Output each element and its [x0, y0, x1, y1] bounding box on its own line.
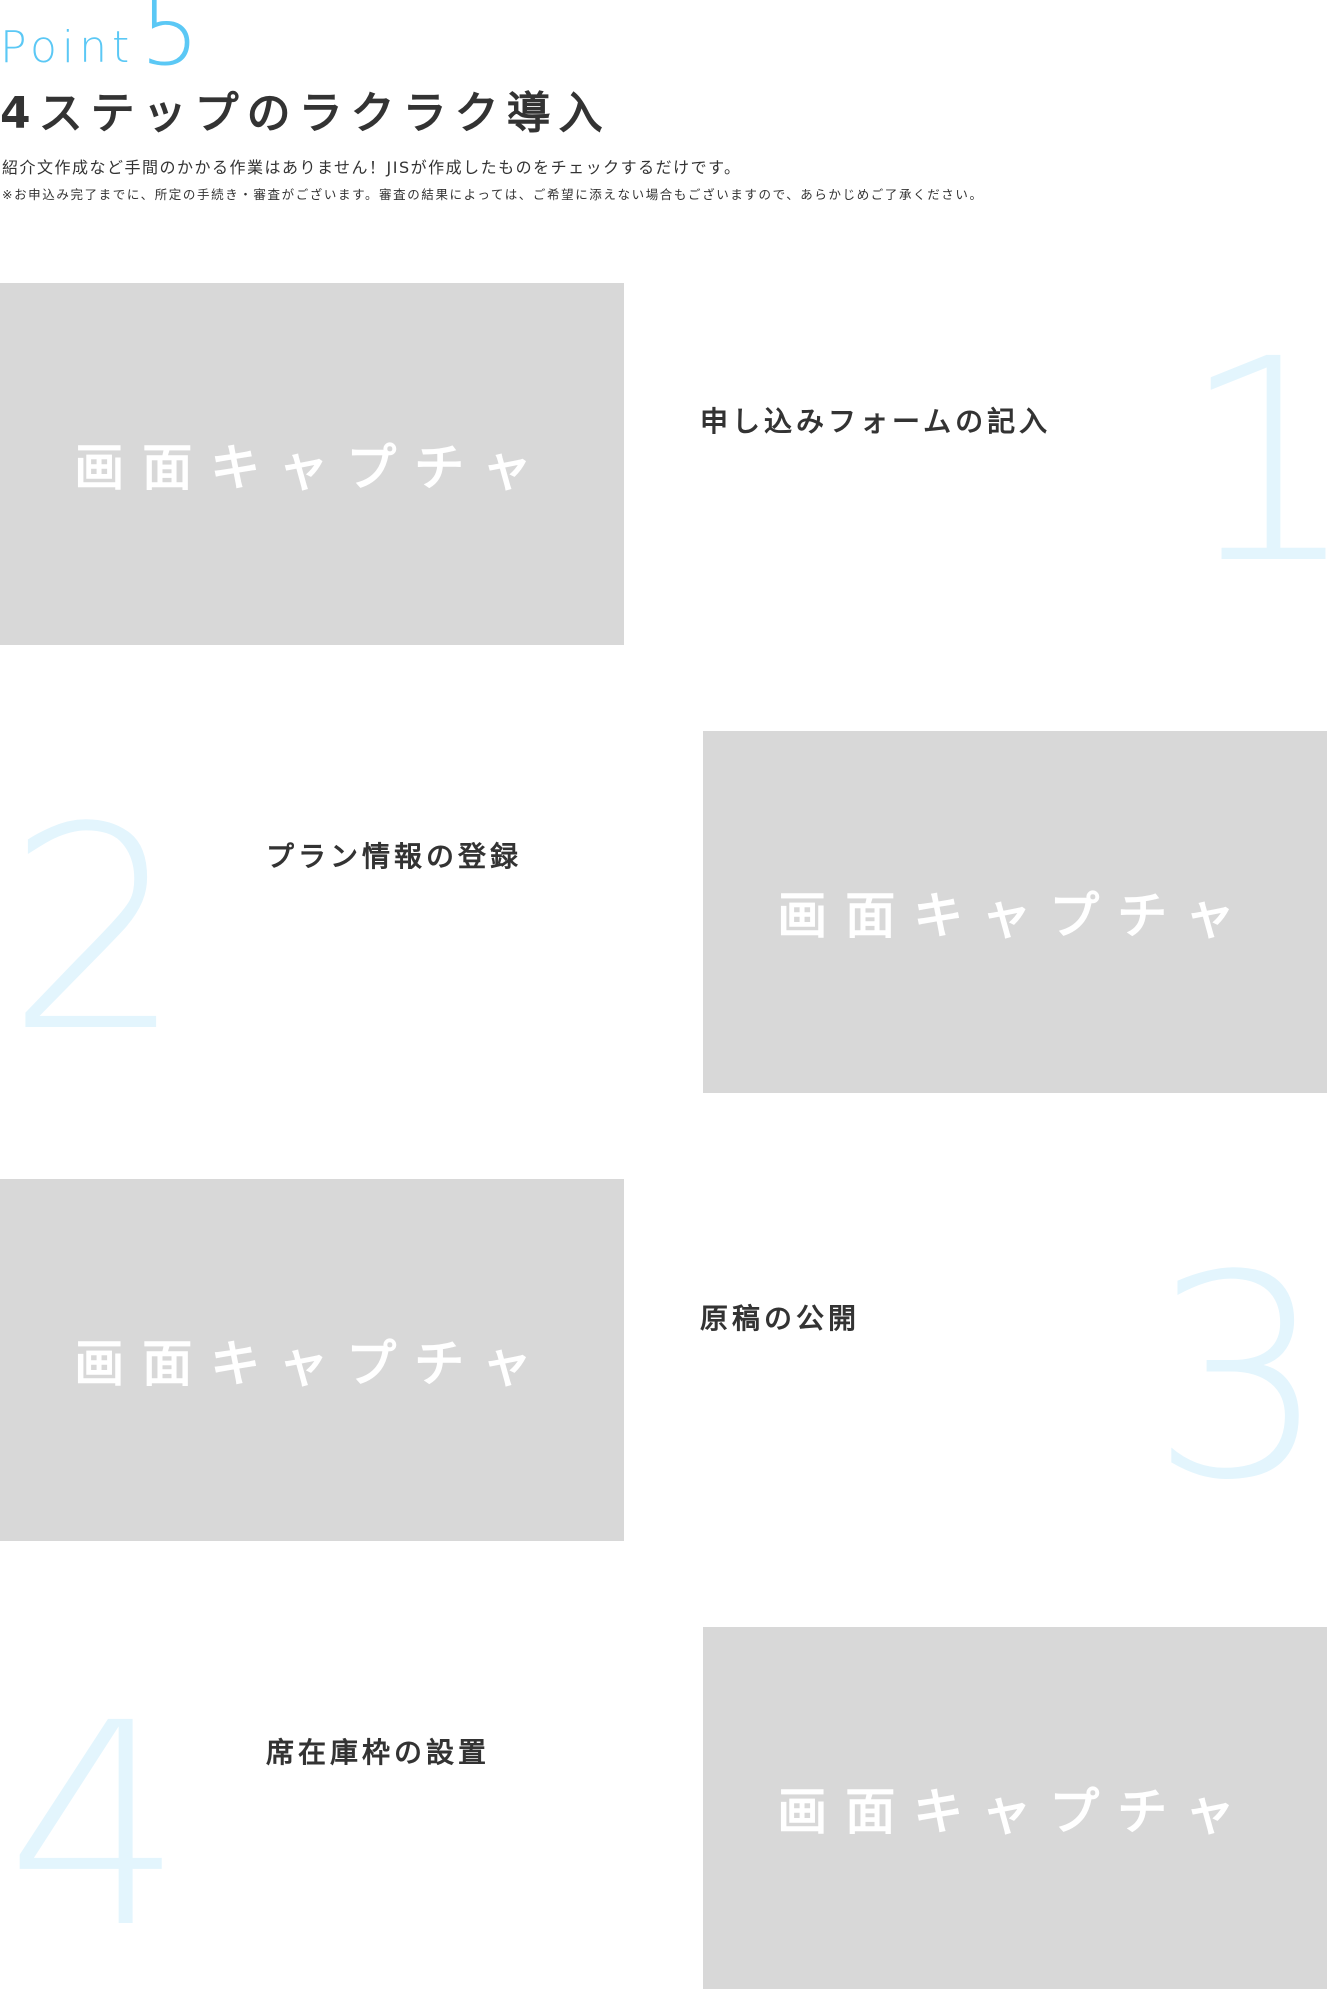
screen-capture-placeholder: 画面キャプチャ [703, 1627, 1327, 1989]
step-title: 原稿の公開 [700, 1302, 861, 1335]
note-text: ※お申込み完了までに、所定の手続き・審査がございます。審査の結果によっては、ご希… [2, 187, 984, 202]
point-label: Point [0, 22, 135, 73]
point-heading: Point 5 [0, 0, 260, 80]
step-number: 2 [6, 768, 185, 1094]
step-4: 4 席在庫枠の設置 画面キャプチャ [0, 1627, 1327, 1992]
screen-capture-placeholder: 画面キャプチャ [703, 731, 1327, 1093]
step-3: 画面キャプチャ 原稿の公開 3 [0, 1179, 1327, 1544]
step-1: 画面キャプチャ 申し込みフォームの記入 1 [0, 283, 1327, 648]
step-number: 1 [1180, 300, 1327, 626]
point-number: 5 [140, 0, 200, 87]
screen-capture-placeholder: 画面キャプチャ [0, 283, 624, 645]
capture-label: 画面キャプチャ [777, 887, 1253, 945]
capture-label: 画面キャプチャ [777, 1783, 1253, 1841]
lead-text: 紹介文作成など手間のかかる作業はありません！JISが作成したものをチェックするだ… [2, 158, 742, 177]
step-number: 3 [1150, 1216, 1327, 1542]
section-title: 4ステップのラクラク導入 [0, 88, 611, 139]
step-title: プラン情報の登録 [266, 840, 523, 873]
capture-label: 画面キャプチャ [74, 1335, 550, 1393]
step-2: 2 プラン情報の登録 画面キャプチャ [0, 731, 1327, 1096]
capture-label: 画面キャプチャ [74, 439, 550, 497]
step-number: 4 [6, 1664, 185, 1990]
step-title: 席在庫枠の設置 [266, 1736, 491, 1769]
step-title: 申し込みフォームの記入 [700, 405, 1052, 438]
screen-capture-placeholder: 画面キャプチャ [0, 1179, 624, 1541]
